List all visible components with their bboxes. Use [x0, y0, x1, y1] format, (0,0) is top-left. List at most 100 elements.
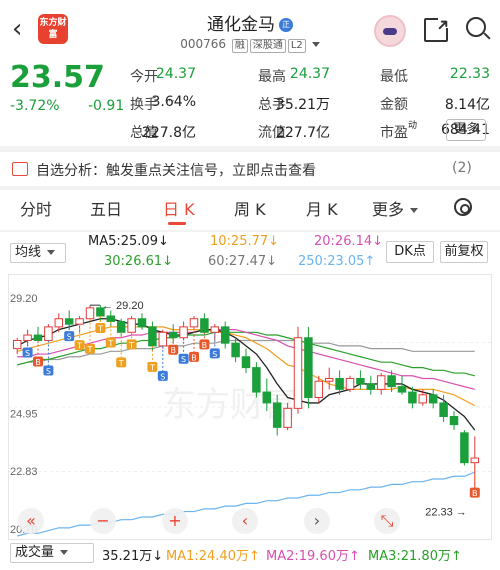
ma-selector[interactable]: 均线 [10, 243, 66, 263]
stat-value: 24.37 [155, 66, 196, 82]
y-tick-label: 29.20 [10, 293, 38, 305]
info-icon[interactable]: ⋯ [164, 94, 175, 107]
chevron-right-icon[interactable]: › [304, 508, 330, 534]
tag-connect: 深股通 [249, 39, 286, 53]
kline-chart[interactable]: 东方财富SBSSTTTTTTTSBSBBSB29.2024.9522.8320.… [8, 274, 492, 540]
volume-value: 35.21万↓ [102, 549, 164, 564]
tab-more[interactable]: 更多 [372, 196, 419, 220]
signal-letter: T [149, 363, 155, 372]
candle-body [85, 307, 95, 320]
avatar[interactable] [374, 15, 406, 47]
adjust-button[interactable]: 前复权 [440, 241, 488, 263]
dk-point-label: DK点 [394, 244, 426, 259]
candle-body [439, 402, 448, 418]
search-icon[interactable] [466, 17, 486, 37]
candle-body [262, 391, 272, 404]
candle-body [293, 337, 303, 409]
stat-value: 22.33 [449, 66, 490, 82]
zc-badge-icon: 正 [279, 18, 293, 32]
signal-letter: S [25, 349, 30, 358]
candle-body [460, 432, 469, 464]
signal-letter: B [472, 489, 478, 498]
candle-body [324, 377, 334, 382]
fullscreen-icon[interactable]: ⤡ [374, 508, 400, 534]
ma5-value: MA5:25.09↓ [88, 234, 169, 249]
tab-monthly-k[interactable]: 月 K [306, 196, 338, 220]
divider [0, 186, 500, 190]
pct-change: -3.72% [10, 98, 60, 114]
rewind-icon[interactable]: « [18, 508, 44, 534]
stat-value: 24.37 [289, 66, 330, 82]
chevron-down-icon[interactable] [311, 42, 320, 47]
vol-ma3: MA3:21.80万↑ [368, 549, 462, 564]
tab-weekly-k[interactable]: 周 K [234, 196, 266, 220]
high-label: ← 29.20 [102, 300, 144, 312]
stock-name: 通化金马 [207, 15, 275, 35]
candle-body [345, 377, 355, 390]
candle-body [168, 331, 178, 339]
signal-letter: S [160, 372, 165, 381]
candle-body [64, 318, 74, 325]
stat-value: 227.8亿 [141, 125, 196, 141]
more-button[interactable]: 更多 [446, 119, 486, 141]
signal-letter: T [76, 342, 82, 351]
tag-margin: 融 [231, 39, 248, 53]
signal-letter: B [170, 346, 176, 355]
signal-letter: T [128, 341, 134, 350]
candle-body [75, 318, 84, 325]
candle-body [449, 416, 459, 426]
active-tab-indicator [168, 222, 186, 225]
candle-body [148, 326, 157, 347]
vol-ma1: MA1:24.40万↑ [166, 549, 260, 564]
candle-body [210, 326, 220, 333]
candle-body [158, 331, 168, 347]
chevron-down-icon [410, 208, 419, 213]
stat-value: 227.7亿 [275, 125, 330, 141]
signal-letter: S [67, 333, 72, 342]
tab-five-day[interactable]: 五日 [90, 196, 122, 220]
dk-point-button[interactable]: DK点 [386, 241, 434, 263]
candle-body [387, 375, 396, 388]
tab-daily-k[interactable]: 日 K [163, 196, 195, 220]
candle-body [397, 386, 407, 393]
tag-l2: L2 [287, 39, 306, 53]
ma30-value: 30:26.61↓ [104, 254, 174, 269]
candle-body [241, 356, 251, 369]
candle-body [304, 337, 313, 398]
divider [0, 146, 500, 152]
ma20-value: 20:26.14↓ [314, 234, 384, 249]
chevron-down-icon [60, 550, 69, 555]
candle-body [33, 334, 43, 341]
candle-body [283, 407, 292, 428]
candle-body [12, 339, 22, 350]
alert-count[interactable]: (2) [452, 160, 472, 176]
ma10-value: 10:25.77↓ [210, 234, 280, 249]
tab-intraday[interactable]: 分时 [20, 196, 52, 220]
vol-ma2: MA2:19.60万↑ [266, 549, 360, 564]
signal-letter: B [191, 353, 197, 362]
candle-body [116, 320, 126, 333]
candle-body [137, 318, 147, 328]
candle-body [408, 391, 417, 404]
candle-body [54, 318, 64, 328]
signal-letter: T [97, 325, 103, 334]
candle-body [23, 334, 32, 341]
candle-body [356, 377, 365, 385]
signal-letter: B [35, 358, 41, 367]
signal-letter: S [212, 350, 217, 359]
signal-letter: S [46, 367, 51, 376]
zoom-in-icon[interactable]: + [162, 508, 188, 534]
signal-letter: S [181, 355, 186, 364]
alert-text[interactable]: 自选分析：触发重点关注信号，立即点击查看 [36, 160, 316, 180]
zoom-out-icon[interactable]: − [90, 508, 116, 534]
signal-letter: B [202, 341, 208, 350]
candle-body [106, 315, 116, 322]
gear-icon[interactable] [454, 198, 472, 216]
candle-body [335, 377, 344, 390]
candle-body [376, 375, 386, 390]
signal-letter: T [107, 339, 113, 348]
volume-selector[interactable]: 成交量 [10, 543, 94, 563]
chevron-left-icon[interactable]: ‹ [232, 508, 258, 534]
candle-body [220, 326, 230, 344]
candle-body [470, 457, 480, 464]
